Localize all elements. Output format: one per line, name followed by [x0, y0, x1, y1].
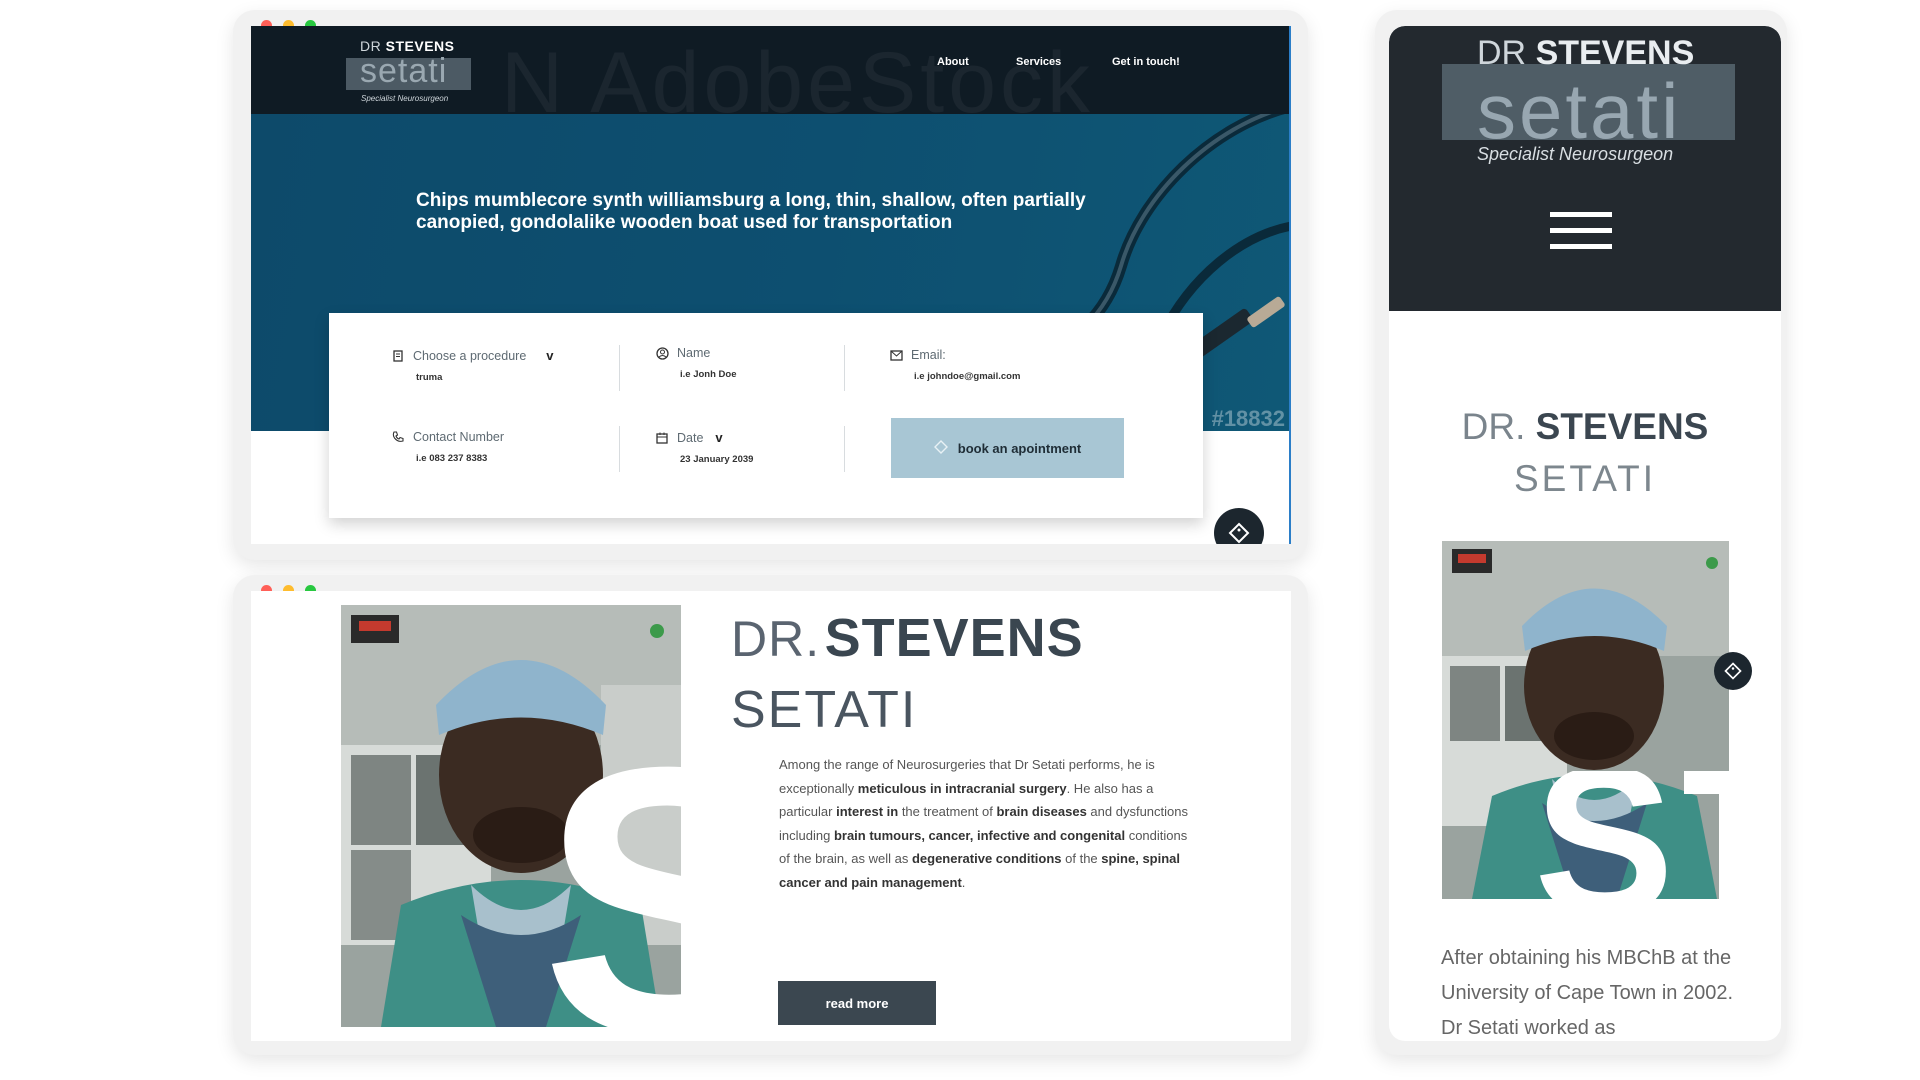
- letter-t-stem: [1719, 771, 1764, 899]
- name-field[interactable]: Name i.e Jonh Doe: [655, 346, 736, 380]
- calendar-icon: [655, 431, 669, 445]
- paragraph-emphasis: degenerative conditions: [911, 851, 1062, 866]
- nav-about[interactable]: About: [937, 56, 969, 68]
- title-dr: DR.: [1461, 406, 1526, 447]
- desktop-hero-screen: N AdobeStock DR STEVENS setati Specialis…: [251, 26, 1291, 544]
- document-icon: [391, 349, 405, 363]
- user-icon: [655, 346, 669, 360]
- paragraph-text: .: [961, 874, 966, 890]
- divider: [844, 345, 845, 391]
- mobile-header: DR STEVENS setati Specialist Neurosurgeo…: [1389, 26, 1781, 311]
- title-stevens: STEVENS: [1535, 406, 1709, 447]
- procedure-label: Choose a procedure: [413, 348, 527, 363]
- paragraph-emphasis: brain diseases: [996, 804, 1087, 819]
- divider: [844, 426, 845, 472]
- big-letter-s: S: [1534, 771, 1675, 899]
- name-value: i.e Jonh Doe: [680, 369, 737, 380]
- top-navbar: N AdobeStock DR STEVENS setati Specialis…: [251, 26, 1291, 131]
- desktop-about-screen: S DR. STEVENS SETATI Among the range of …: [251, 591, 1291, 1041]
- title-setati: SETATI: [731, 681, 918, 739]
- nav-services[interactable]: Services: [1016, 56, 1061, 68]
- scroll-edge: [1289, 26, 1291, 544]
- divider: [619, 426, 620, 472]
- photo-letter-overlay: S: [551, 741, 681, 1027]
- book-appointment-label: book an apointment: [957, 440, 1082, 456]
- big-letter-s: S: [551, 741, 681, 1027]
- mobile-window: DR STEVENS setati Specialist Neurosurgeo…: [1375, 10, 1787, 1055]
- background-ghost-text: N AdobeStock: [501, 35, 1095, 131]
- title-dr: DR.: [731, 611, 821, 667]
- contact-value: i.e 083 237 8383: [416, 453, 488, 464]
- contact-field[interactable]: Contact Number i.e 083 237 8383: [391, 430, 504, 464]
- mobile-title-setati: SETATI: [1513, 458, 1657, 499]
- date-value: 23 January 2039: [680, 454, 754, 465]
- nav-get-in-touch[interactable]: Get in touch!: [1112, 56, 1180, 68]
- paragraph-emphasis: brain tumours, cancer, infective and con…: [833, 827, 1126, 843]
- about-paragraph: Among the range of Neurosurgeries that D…: [779, 753, 1199, 894]
- image-watermark: #18832: [1211, 406, 1285, 431]
- photo-letter-overlay: S: [1519, 771, 1781, 899]
- tag-icon: [933, 439, 948, 457]
- paragraph-text: the treatment of: [898, 804, 997, 819]
- chevron-down-icon[interactable]: v: [715, 430, 722, 445]
- email-label: Email:: [911, 348, 946, 362]
- email-value: i.e johndoe@gmail.com: [914, 371, 1021, 382]
- name-label: Name: [677, 346, 711, 360]
- title-stevens: STEVENS: [824, 608, 1084, 668]
- desktop-hero-window: N AdobeStock DR STEVENS setati Specialis…: [233, 10, 1308, 560]
- mobile-title: DR. STEVENS: [1389, 406, 1781, 448]
- hamburger-menu-icon[interactable]: [1550, 212, 1612, 256]
- email-field[interactable]: Email: i.e johndoe@gmail.com: [889, 348, 1020, 382]
- logo-setati: setati: [360, 52, 448, 90]
- mobile-screen: DR STEVENS setati Specialist Neurosurgeo…: [1389, 26, 1781, 1041]
- mail-icon: [889, 348, 903, 362]
- logo-specialty: Specialist Neurosurgeon: [361, 94, 449, 103]
- doctor-title: DR. STEVENS SETATI: [731, 609, 1084, 739]
- floating-action-button[interactable]: [1714, 652, 1752, 690]
- read-more-button[interactable]: read more: [778, 981, 936, 1025]
- procedure-select[interactable]: Choose a procedure v truma: [391, 348, 554, 383]
- chevron-down-icon[interactable]: v: [546, 348, 553, 363]
- divider: [619, 345, 620, 391]
- logo[interactable]: DR STEVENS setati Specialist Neurosurgeo…: [346, 38, 471, 104]
- logo-specialty: Specialist Neurosurgeon: [1477, 144, 1674, 164]
- date-select[interactable]: Date v 23 January 2039: [655, 430, 753, 465]
- phone-icon: [391, 430, 405, 444]
- tag-icon: [1228, 522, 1250, 544]
- hero-headline: Chips mumblecore synth williamsburg a lo…: [416, 190, 1086, 233]
- desktop-about-window: S DR. STEVENS SETATI Among the range of …: [233, 575, 1308, 1055]
- paragraph-emphasis: interest in: [836, 804, 899, 819]
- tag-icon: [1724, 662, 1742, 680]
- paragraph-emphasis: meticulous in intracranial surgery: [857, 780, 1067, 796]
- booking-form: Choose a procedure v truma Name i.e Jonh…: [329, 313, 1203, 518]
- date-label: Date: [677, 430, 704, 445]
- book-appointment-button[interactable]: book an apointment: [891, 418, 1124, 478]
- contact-label: Contact Number: [413, 430, 505, 444]
- mobile-paragraph: After obtaining his MBChB at the Univers…: [1441, 947, 1734, 1039]
- floating-action-button[interactable]: [1214, 508, 1264, 544]
- paragraph-text: of the: [1061, 851, 1102, 866]
- procedure-value: truma: [416, 372, 443, 383]
